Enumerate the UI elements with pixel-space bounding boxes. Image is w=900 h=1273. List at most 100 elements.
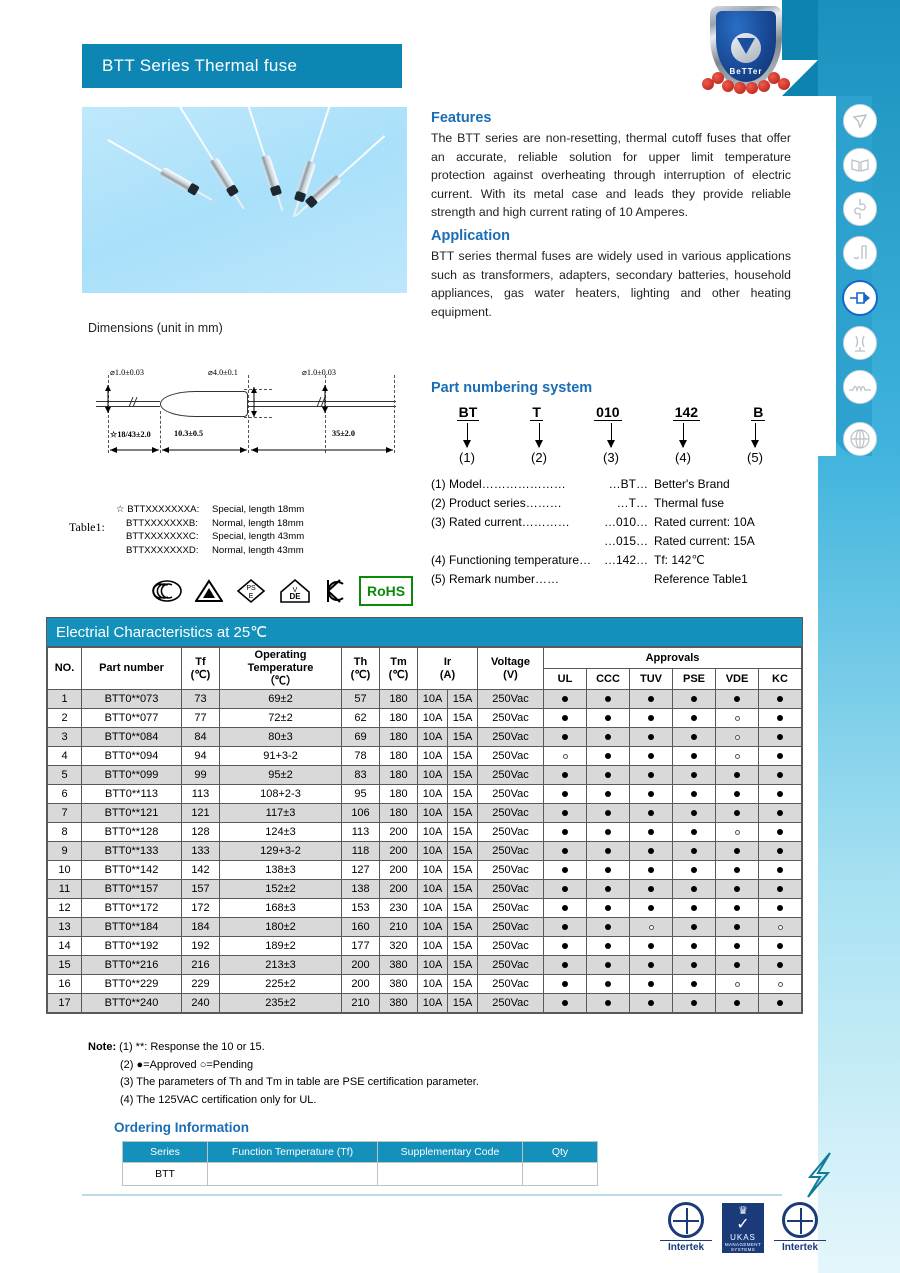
approved-dot-icon [605,1000,611,1006]
sidebar-item-thermal-fuse[interactable] [842,280,878,316]
approved-dot-icon [562,867,568,873]
row-ir-15a: 15A [447,936,478,956]
row-tf: 121 [181,803,220,823]
row-tm: 180 [379,708,418,728]
sidebar-item-book[interactable] [843,148,877,182]
approved-dot-icon [605,886,611,892]
sidebar-item-fuse-symbol[interactable] [843,192,877,226]
row-approval-ul [543,993,587,1013]
row-approval-pse [672,746,716,766]
approved-dot-icon [605,791,611,797]
approved-dot-icon [734,810,740,816]
row-approval-pse [672,898,716,918]
row-operating-temperature: 124±3 [219,822,342,842]
row-approval-vde [715,974,759,994]
pn-code-3: 010 [594,404,622,421]
approved-dot-icon [691,962,697,968]
row-ir-15a: 15A [447,860,478,880]
ordering-cell-series[interactable]: BTT [122,1162,208,1186]
row-voltage: 250Vac [477,689,544,709]
approved-dot-icon [562,715,568,721]
table-row: 10 BTT0**142 142 138±3 127 200 10A 15A 250Vac [47,860,802,880]
row-ir-10a: 10A [417,689,448,709]
row-operating-temperature: 235±2 [219,993,342,1013]
row-tm: 180 [379,727,418,747]
dimensions-drawing: ⌀1.0±0.03 ⌀4.0±0.1 ⌀1.0±0.03 ☆18/43±2.0 … [96,355,396,463]
features-body: The BTT series are non-resetting, therma… [431,131,791,220]
row-part-number: BTT0**240 [81,993,182,1013]
ordering-cell-qty[interactable] [522,1162,598,1186]
row-approval-ul [543,746,587,766]
pending-dot-icon [734,830,740,835]
row-approval-tuv [629,993,673,1013]
row-approval-ul [543,727,587,747]
row-approval-tuv [629,879,673,899]
row-operating-temperature: 189±2 [219,936,342,956]
col-approval-ccc: CCC [586,668,630,690]
sidebar-item-thermal-link[interactable] [843,236,877,270]
row-approval-vde [715,841,759,861]
row-tm: 200 [379,879,418,899]
col-approval-pse: PSE [672,668,716,690]
certification-marks: PS E V DE RoHS [152,576,414,606]
row-approval-ul [543,955,587,975]
row-part-number: BTT0**121 [81,803,182,823]
approved-dot-icon [734,791,740,797]
approved-dot-icon [777,810,783,816]
row-part-number: BTT0**084 [81,727,182,747]
pn-code-5: B [751,404,766,421]
approved-dot-icon [562,791,568,797]
row-part-number: BTT0**192 [81,936,182,956]
ordering-cell-function-temp[interactable] [207,1162,378,1186]
table-row: 17 BTT0**240 240 235±2 210 380 10A 15A 250Vac [47,993,802,1013]
row-ir-15a: 15A [447,708,478,728]
row-approval-ccc [586,936,630,956]
row-tm: 230 [379,898,418,918]
ordering-cell-supplementary-code[interactable] [377,1162,523,1186]
row-approval-vde [715,993,759,1013]
row-part-number: BTT0**133 [81,841,182,861]
row-approval-tuv [629,765,673,785]
sidebar-item-globe[interactable] [843,422,877,456]
thermostat-icon [855,335,865,352]
row-ir-10a: 10A [417,993,448,1013]
col-voltage: Voltage (V) [477,647,544,690]
sidebar-item-resistor-wave[interactable] [843,370,877,404]
svg-text:PS: PS [246,585,256,592]
approved-dot-icon [777,943,783,949]
row-approval-tuv [629,860,673,880]
electrical-table-body: 1 BTT0**073 73 69±2 57 180 10A 15A 250Vac 2 BTT0**… [47,689,802,1013]
row-tm: 180 [379,803,418,823]
page-title: BTT Series Thermal fuse [102,56,298,75]
ordering-col-series: Series [122,1141,208,1163]
row-approval-ccc [586,898,630,918]
down-arrow-icon [462,423,471,448]
row-no: 9 [47,841,82,861]
row-approval-kc [758,765,802,785]
approved-dot-icon [734,772,740,778]
approved-dot-icon [691,791,697,797]
sidebar-item-arrow-mark[interactable] [843,104,877,138]
sidebar-item-thermostat[interactable] [843,326,877,360]
table1-code: BTTXXXXXXXD: [126,544,199,556]
row-tf: 157 [181,879,220,899]
row-no: 15 [47,955,82,975]
row-approval-pse [672,784,716,804]
part-numbering-arrows [431,423,791,448]
table1-label: Table1: [69,520,105,534]
application-body: BTT series thermal fuses are widely used… [431,248,791,319]
dim-lead-dia-left: ⌀1.0±0.03 [110,368,144,377]
row-approval-ccc [586,727,630,747]
row-th: 106 [341,803,380,823]
pn-index-4: (4) [675,450,691,465]
sidebar-icon-rail[interactable] [838,104,882,466]
row-voltage: 250Vac [477,727,544,747]
row-approval-ccc [586,879,630,899]
company-logo: BeTTer [692,2,800,102]
row-approval-kc [758,784,802,804]
row-approval-pse [672,879,716,899]
approved-dot-icon [777,696,783,702]
row-no: 13 [47,917,82,937]
row-th: 200 [341,955,380,975]
approved-dot-icon [648,810,654,816]
